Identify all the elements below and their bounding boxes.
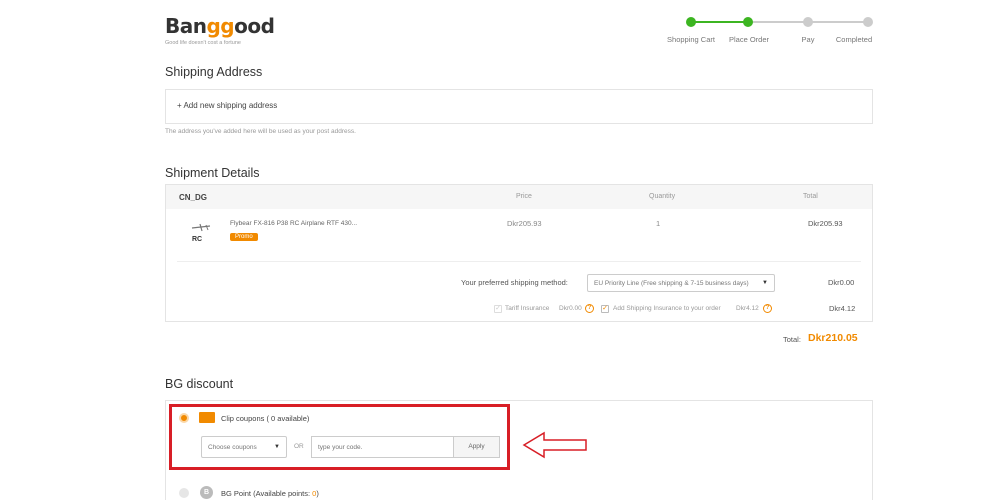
clip-coupons-label: Clip coupons ( 0 available) [221, 414, 310, 423]
chevron-down-icon: ▼ [762, 280, 768, 286]
add-address-link[interactable]: + Add new shipping address [177, 101, 277, 110]
bg-discount-title: BG discount [165, 377, 234, 391]
coupon-icon [199, 412, 215, 423]
shipping-address-title: Shipping Address [165, 65, 263, 79]
or-label: OR [294, 443, 304, 450]
apply-button[interactable]: Apply [453, 436, 500, 458]
shipment-details-title: Shipment Details [165, 166, 260, 180]
thumbnail-rc-text: RC [192, 236, 203, 243]
insurance-label: Add Shipping Insurance to your order [613, 305, 721, 312]
insurance-checkbox[interactable]: ✓ [601, 305, 609, 313]
shipping-method-value: EU Priority Line (Free shipping & 7-15 b… [594, 279, 749, 287]
product-thumbnail[interactable]: RC [188, 222, 218, 246]
insurance-value: Dkr4.12 [736, 305, 759, 312]
promo-badge: Promo [230, 233, 258, 241]
total-value: Dkr210.05 [808, 332, 858, 344]
bg-point-icon: B [200, 486, 213, 499]
coupon-code-input[interactable] [311, 436, 454, 458]
clip-coupons-radio[interactable] [179, 413, 189, 423]
step-dot-cart [686, 17, 696, 27]
step-label-completed: Completed [835, 35, 873, 44]
row-divider [177, 261, 861, 262]
chevron-down-icon: ▼ [274, 444, 280, 450]
shipping-method-select[interactable]: EU Priority Line (Free shipping & 7-15 b… [587, 274, 775, 292]
banggood-logo[interactable]: Banggood [165, 14, 275, 38]
header-total: Total [803, 193, 818, 200]
tagline: Good life doesn't cost a fortune [165, 40, 241, 46]
header-quantity: Quantity [649, 193, 676, 200]
total-label: Total: [783, 335, 801, 344]
item-total: Dkr205.93 [808, 219, 843, 228]
choose-coupons-label: Choose coupons [208, 443, 257, 451]
tariff-label: Tariff Insurance [505, 305, 550, 312]
shipping-cost: Dkr0.00 [828, 278, 855, 287]
tariff-value: Dkr0.00 [559, 305, 582, 312]
item-quantity: 1 [656, 219, 661, 228]
bg-point-label: BG Point (Available points: 0) [221, 489, 319, 498]
progress-line-done [690, 21, 748, 23]
step-dot-place-order [743, 17, 753, 27]
insurance-help-icon[interactable]: ? [763, 304, 772, 313]
header-price: Price [516, 193, 532, 200]
step-dot-pay [803, 17, 813, 27]
address-note: The address you've added here will be us… [165, 128, 356, 135]
warehouse-label: CN_DG [179, 193, 208, 202]
insurance-total: Dkr4.12 [829, 304, 856, 313]
tariff-checkbox[interactable]: ✓ [494, 305, 502, 313]
bg-point-radio[interactable] [179, 488, 189, 498]
shipping-method-label: Your preferred shipping method: [461, 278, 568, 287]
tariff-help-icon[interactable]: ? [585, 304, 594, 313]
step-dot-completed [863, 17, 873, 27]
product-name[interactable]: Flybear FX-816 P38 RC Airplane RTF 430..… [230, 220, 357, 227]
item-price: Dkr205.93 [507, 219, 542, 228]
choose-coupons-select[interactable]: Choose coupons ▼ [201, 436, 287, 458]
annotation-arrow-icon [522, 431, 587, 459]
